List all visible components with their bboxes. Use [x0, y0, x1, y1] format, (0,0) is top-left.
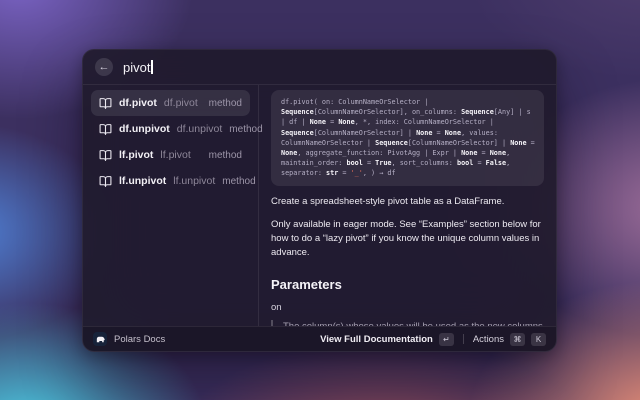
result-kind-badge: method	[209, 98, 242, 109]
code-line: separator: str = '_', ) → df	[281, 168, 534, 178]
code-line: df.pivot( on: ColumnNameOrSelector |	[281, 97, 534, 107]
search-palette-window: ← pivot df.pivot df.pivot method df.unpivot…	[82, 49, 557, 352]
result-name: df.unpivot	[119, 123, 170, 135]
code-line: None, aggregate_function: PivotAgg | Exp…	[281, 148, 534, 158]
result-context: lf.pivot	[160, 149, 190, 161]
result-name: df.pivot	[119, 97, 157, 109]
back-button[interactable]: ←	[95, 58, 113, 76]
description-paragraph: Create a spreadsheet-style pivot table a…	[271, 195, 544, 209]
result-row[interactable]: lf.pivot lf.pivot method	[91, 142, 250, 168]
text-caret	[151, 60, 153, 74]
result-row[interactable]: df.pivot df.pivot method	[91, 90, 250, 116]
search-bar: ← pivot	[83, 50, 556, 85]
code-line: maintain_order: bool = True, sort_column…	[281, 158, 534, 168]
search-query-text: pivot	[123, 60, 150, 75]
result-kind-badge: method	[209, 150, 242, 161]
search-input[interactable]: pivot	[123, 60, 153, 75]
content-area: df.pivot df.pivot method df.unpivot df.unpiv…	[83, 85, 556, 326]
k-key-icon: K	[531, 333, 546, 346]
back-arrow-icon: ←	[99, 58, 110, 76]
result-context: lf.unpivot	[173, 175, 215, 187]
result-kind-badge: method	[222, 176, 255, 187]
code-line: ColumnNameOrSelector | Sequence[ColumnNa…	[281, 138, 534, 148]
result-name: lf.pivot	[119, 149, 153, 161]
book-open-icon	[99, 97, 112, 110]
detail-panel[interactable]: df.pivot( on: ColumnNameOrSelector |Sequ…	[259, 85, 556, 326]
result-kind-badge: method	[229, 124, 262, 135]
code-line: | df | None = None, *, index: ColumnName…	[281, 117, 534, 127]
book-open-icon	[99, 149, 112, 162]
parameters-heading: Parameters	[271, 277, 544, 292]
command-key-icon: ⌘	[510, 333, 525, 346]
actions-button[interactable]: Actions ⌘ K	[473, 333, 546, 346]
results-list: df.pivot df.pivot method df.unpivot df.unpiv…	[83, 85, 259, 326]
parameter-name: on	[271, 302, 544, 313]
signature-code-block: df.pivot( on: ColumnNameOrSelector |Sequ…	[271, 90, 544, 186]
app-name: Polars Docs	[114, 334, 165, 345]
description-paragraph: Only available in eager mode. See “Examp…	[271, 218, 544, 261]
footer-bar: Polars Docs View Full Documentation ↵ Ac…	[83, 326, 556, 351]
book-open-icon	[99, 175, 112, 188]
code-line: Sequence[ColumnNameOrSelector] | None = …	[281, 128, 534, 138]
result-context: df.unpivot	[177, 123, 223, 135]
result-context: df.pivot	[164, 97, 198, 109]
actions-label: Actions	[473, 334, 504, 345]
book-open-icon	[99, 123, 112, 136]
polars-logo-icon	[93, 332, 107, 346]
result-row[interactable]: df.unpivotdf.unpivotmethod	[91, 116, 250, 142]
return-key-icon: ↵	[439, 333, 454, 346]
result-row[interactable]: lf.unpivotlf.unpivotmethod	[91, 168, 250, 194]
code-line: Sequence[ColumnNameOrSelector], on_colum…	[281, 107, 534, 117]
view-full-documentation-label: View Full Documentation	[320, 334, 433, 345]
footer-divider	[463, 334, 464, 344]
view-full-documentation-button[interactable]: View Full Documentation ↵	[320, 333, 454, 346]
result-name: lf.unpivot	[119, 175, 166, 187]
